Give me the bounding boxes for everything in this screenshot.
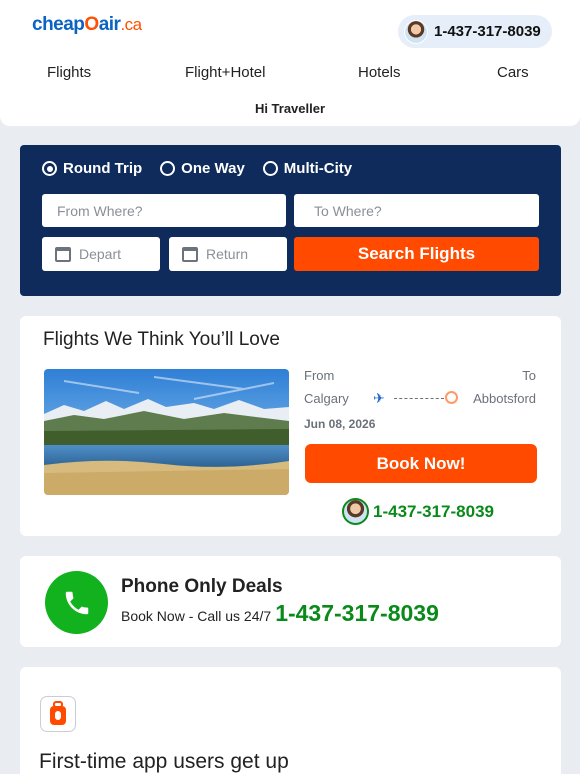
nav-cars[interactable]: Cars: [497, 64, 529, 81]
radio-unchecked-icon: [160, 161, 176, 176]
app-promo-text: First-time app users get up: [39, 750, 289, 773]
main-nav: Flights Flight+Hotel Hotels Cars: [0, 64, 580, 86]
nav-hotels[interactable]: Hotels: [358, 64, 401, 81]
route-info: From To Calgary ✈ Abbotsford Jun 08, 202…: [304, 366, 536, 436]
app-logo-icon[interactable]: [40, 696, 76, 732]
to-input[interactable]: To Where?: [294, 194, 539, 227]
radio-unchecked-icon: [262, 161, 278, 176]
site-header: cheapOair.ca 1-437-317-8039 Flights Flig…: [0, 0, 580, 126]
trip-type-one-way[interactable]: One Way: [160, 160, 245, 177]
logo-text-ca: .ca: [120, 15, 142, 34]
trip-type-label: Multi-City: [283, 160, 353, 177]
agent-avatar: [404, 19, 428, 44]
deal-phone-number: 1-437-317-8039: [373, 501, 494, 521]
logo-text-air: air: [98, 14, 121, 35]
phone-deals-subtitle: Book Now - Call us 24/7 1-437-317-8039: [121, 600, 439, 627]
header-phone-button[interactable]: 1-437-317-8039: [398, 15, 552, 48]
header-phone-number: 1-437-317-8039: [434, 23, 541, 40]
greeting: Hi Traveller: [254, 101, 326, 116]
trip-type-multi-city[interactable]: Multi-City: [262, 160, 353, 177]
logo-text-cheap: cheap: [32, 14, 85, 35]
phone-deals-title: Phone Only Deals: [121, 576, 283, 597]
featured-deal-card: Flights We Think You’ll Love From To Cal…: [20, 316, 561, 536]
origin-city: Calgary: [304, 391, 349, 406]
radio-checked-icon: [42, 161, 57, 176]
nav-flights[interactable]: Flights: [47, 64, 91, 81]
cheapoair-logo[interactable]: cheapOair.ca: [32, 14, 142, 36]
calendar-icon: [55, 246, 71, 262]
return-date-field[interactable]: Return: [169, 237, 287, 271]
phone-handset-icon: [65, 591, 88, 614]
destination-marker-icon: [445, 391, 458, 404]
phone-deals-caption: Book Now - Call us 24/7: [121, 608, 272, 624]
from-input[interactable]: From Where?: [42, 194, 286, 227]
trip-type-label: Round Trip: [63, 160, 143, 177]
book-now-button[interactable]: Book Now!: [305, 444, 537, 483]
to-label: To: [522, 368, 536, 383]
destination-city: Abbotsford: [473, 391, 536, 406]
app-promo-card: First-time app users get up: [20, 667, 561, 774]
destination-photo[interactable]: [44, 369, 289, 495]
phone-deals-number[interactable]: 1-437-317-8039: [275, 600, 439, 627]
trip-type-round-trip[interactable]: Round Trip: [42, 160, 142, 177]
flight-search-form: Round Trip One Way Multi-City From Where…: [20, 145, 561, 296]
logo-text-o: O: [84, 14, 99, 35]
from-label: From: [304, 368, 335, 383]
depart-placeholder: Depart: [79, 246, 122, 262]
agent-avatar: [342, 498, 369, 525]
deal-phone-link[interactable]: 1-437-317-8039: [342, 498, 494, 525]
deal-section-title: Flights We Think You’ll Love: [43, 329, 280, 350]
mountain-lake-image: [44, 369, 289, 495]
nav-flight-hotel[interactable]: Flight+Hotel: [185, 64, 265, 81]
luggage-icon: [50, 701, 66, 725]
deal-date: Jun 08, 2026: [304, 417, 376, 431]
depart-date-field[interactable]: Depart: [42, 237, 160, 271]
phone-call-icon[interactable]: [45, 571, 108, 634]
airplane-icon: ✈: [373, 390, 385, 406]
return-placeholder: Return: [206, 246, 249, 262]
search-flights-button[interactable]: Search Flights: [294, 237, 539, 271]
calendar-icon: [182, 246, 198, 262]
phone-only-deals-card: Phone Only Deals Book Now - Call us 24/7…: [20, 556, 561, 647]
route-dashed-line: [394, 398, 444, 399]
trip-type-label: One Way: [181, 160, 245, 177]
trip-type-selector: Round Trip One Way Multi-City: [42, 160, 352, 177]
